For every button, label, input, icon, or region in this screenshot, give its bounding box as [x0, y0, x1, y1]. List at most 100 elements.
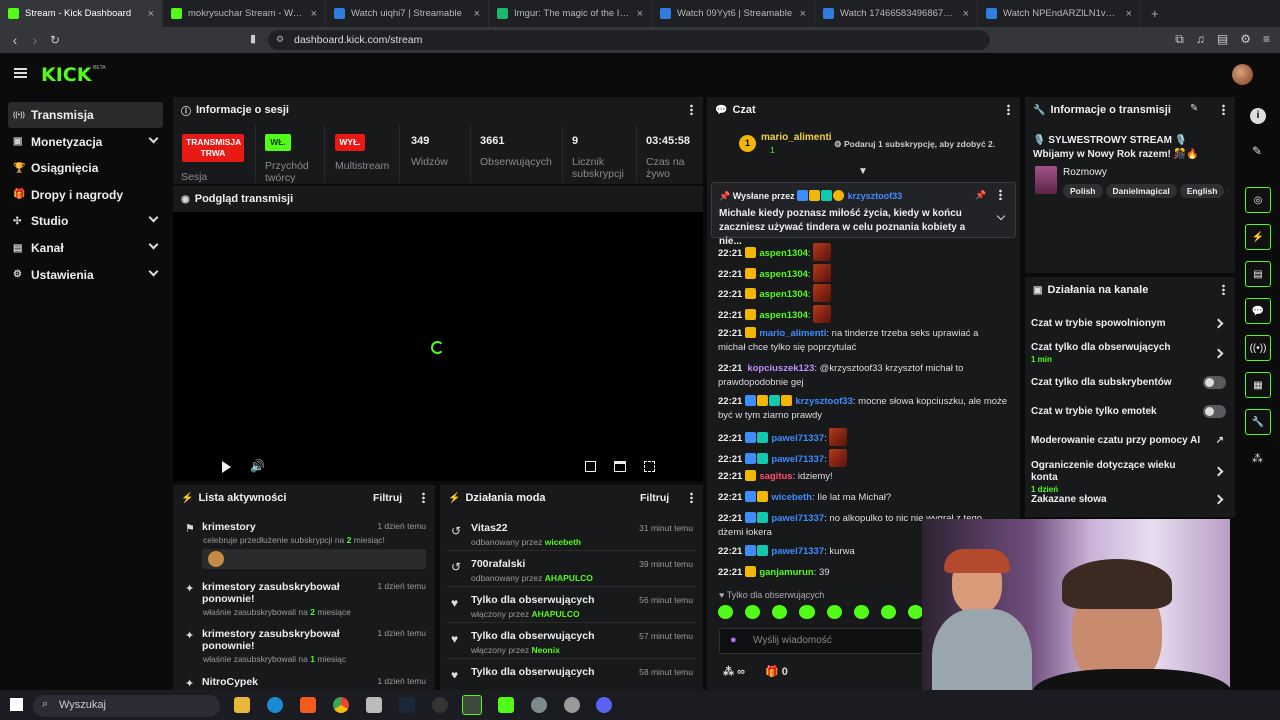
channel-actions-menu-icon[interactable]: [1222, 284, 1225, 295]
chevron-right-icon[interactable]: [1213, 318, 1224, 329]
file-explorer-icon[interactable]: [234, 697, 250, 713]
chevron-down-icon[interactable]: [148, 212, 159, 223]
pin-icon[interactable]: 📌: [975, 190, 986, 201]
browser-tab[interactable]: Watch uiqhi7 | Streamable ×: [326, 0, 489, 27]
browser-tab[interactable]: mokrysuchar Stream - Watch Live on ×: [163, 0, 326, 27]
chat-input[interactable]: ● Wyślij wiadomość: [719, 628, 923, 654]
chat-username[interactable]: pawel71337: [771, 513, 824, 524]
tab-close-icon[interactable]: ×: [963, 8, 969, 20]
obs-icon[interactable]: [432, 697, 448, 713]
chat-username[interactable]: aspen1304: [759, 248, 808, 259]
steam-icon[interactable]: [399, 697, 415, 713]
mic-icon[interactable]: ●: [730, 634, 737, 646]
mod-action-by[interactable]: AHAPULCO: [545, 573, 593, 583]
tab-close-icon[interactable]: ×: [1126, 8, 1132, 20]
chat-username[interactable]: aspen1304: [759, 269, 808, 280]
mod-action-by[interactable]: Neonix: [531, 645, 559, 655]
category-name[interactable]: Rozmowy: [1063, 167, 1107, 178]
hamburger-menu-icon[interactable]: [14, 68, 27, 78]
rail-layout-icon[interactable]: ▦: [1245, 372, 1271, 398]
chevron-right-icon[interactable]: [1213, 466, 1224, 477]
tab-close-icon[interactable]: ×: [637, 8, 643, 20]
sidebar-icon[interactable]: ▤: [1217, 32, 1228, 47]
browser-tab[interactable]: Watch NPEndARZlLN1vnoq | Stream ×: [978, 0, 1141, 27]
gift-prompt[interactable]: ⚙ Podaruj 1 subskrypcję, aby zdobyć 2.: [834, 139, 995, 150]
rail-wrench-icon[interactable]: 🔧: [1245, 409, 1271, 435]
pip-icon[interactable]: [585, 461, 596, 472]
kick-app-icon[interactable]: [498, 697, 514, 713]
stream-tag[interactable]: Polish: [1063, 184, 1103, 198]
chat-username[interactable]: mario_alimenti: [759, 328, 826, 339]
edge-icon[interactable]: [267, 697, 283, 713]
channel-action-item[interactable]: Moderowanie czatu przy pomocy AI ↗: [1031, 435, 1226, 447]
sidebar-item[interactable]: 🎁 Dropy i nagrody: [8, 182, 163, 208]
emote-icon[interactable]: [772, 605, 788, 619]
rail-lightning-icon[interactable]: ⚡: [1245, 224, 1271, 250]
category-thumbnail[interactable]: [1035, 166, 1057, 194]
emote-icon[interactable]: [718, 605, 734, 619]
mod-filter-button[interactable]: Filtruj: [640, 492, 669, 504]
external-link-icon[interactable]: ↗: [1216, 435, 1224, 447]
emote-icon[interactable]: [907, 605, 923, 619]
media-icon[interactable]: ♫: [1196, 32, 1205, 47]
chat-menu-icon[interactable]: [1007, 104, 1010, 115]
rail-broadcast-icon[interactable]: ((•)): [1245, 335, 1271, 361]
channel-action-item[interactable]: Czat w trybie tylko emotek: [1031, 405, 1226, 418]
sidebar-item[interactable]: ▤ Kanał: [8, 235, 163, 261]
stream-tag[interactable]: E: [1227, 184, 1228, 198]
kick-logo[interactable]: KICK: [41, 64, 91, 86]
top-gifter-name[interactable]: mario_alimenti: [761, 132, 832, 143]
mod-action-by[interactable]: wicebeth: [545, 537, 581, 547]
channel-action-item[interactable]: Ograniczenie dotyczące wieku konta 1 dzie…: [1031, 460, 1226, 496]
toggle-switch[interactable]: [1203, 376, 1226, 389]
settings-icon[interactable]: ⚙: [1240, 32, 1251, 47]
session-menu-icon[interactable]: [690, 104, 693, 115]
sidebar-item[interactable]: ✣ Studio: [8, 208, 163, 234]
chat-username[interactable]: kopciuszek123: [747, 363, 814, 374]
url-field[interactable]: ⚙ dashboard.kick.com/stream: [268, 30, 990, 50]
chat-username[interactable]: ganjamurun: [759, 567, 813, 578]
app2-icon[interactable]: [531, 697, 547, 713]
points-icon[interactable]: ⁂ ∞: [723, 665, 745, 678]
expand-pinned-icon[interactable]: [996, 211, 1006, 221]
chat-username[interactable]: wicebeth: [771, 492, 812, 503]
back-icon[interactable]: ‹: [5, 32, 25, 48]
bookmark-icon[interactable]: ▮: [250, 32, 256, 45]
mod-action-by[interactable]: AHAPULCO: [531, 609, 579, 619]
browser-tab[interactable]: Watch 09Yyt6 | Streamable ×: [652, 0, 815, 27]
forward-icon[interactable]: ›: [25, 32, 45, 48]
emote-icon[interactable]: [799, 605, 815, 619]
rail-widget-icon[interactable]: ◎: [1245, 187, 1271, 213]
chat-username[interactable]: pawel71337: [771, 433, 824, 444]
taskbar-search[interactable]: ⌕ Wyszukaj: [33, 695, 220, 717]
browser-tab[interactable]: Stream - Kick Dashboard ×: [0, 0, 163, 27]
chat-username[interactable]: aspen1304: [759, 289, 808, 300]
activity-menu-icon[interactable]: [422, 492, 425, 503]
browser-tab[interactable]: Imgur: The magic of the Internet ×: [489, 0, 652, 27]
pinned-menu-icon[interactable]: [999, 189, 1002, 200]
channel-action-item[interactable]: Czat tylko dla obserwujących 1 min: [1031, 342, 1226, 366]
app-icon[interactable]: [366, 697, 382, 713]
site-info-icon[interactable]: ⚙: [276, 34, 284, 45]
chrome-icon[interactable]: [333, 697, 349, 713]
channel-action-item[interactable]: Zakazane słowa: [1031, 494, 1226, 506]
browser-tab[interactable]: Watch 1746658349686738564 | Stre ×: [815, 0, 978, 27]
chat-username[interactable]: pawel71337: [771, 546, 824, 557]
toggle-switch[interactable]: [1203, 405, 1226, 418]
discord-icon[interactable]: [596, 697, 612, 713]
stream-tag[interactable]: Danielmagical: [1105, 184, 1177, 198]
info-icon[interactable]: i: [1250, 108, 1266, 124]
mod-menu-icon[interactable]: [690, 492, 693, 503]
rail-more-icon[interactable]: ⁂: [1252, 452, 1263, 465]
edit-layout-icon[interactable]: ✎: [1252, 144, 1262, 158]
chevron-down-icon[interactable]: [148, 266, 159, 277]
pinned-by-user[interactable]: krzysztoof33: [848, 191, 903, 201]
reload-icon[interactable]: ↻: [45, 33, 65, 47]
sidebar-item[interactable]: ((•)) Transmisja: [8, 102, 163, 128]
fullscreen-icon[interactable]: [644, 461, 655, 472]
activity-filter-button[interactable]: Filtruj: [373, 492, 402, 504]
rail-notes-icon[interactable]: ▤: [1245, 261, 1271, 287]
play-icon[interactable]: [222, 461, 231, 473]
chat-username[interactable]: pawel71337: [771, 454, 824, 465]
avatar[interactable]: [1232, 64, 1253, 85]
